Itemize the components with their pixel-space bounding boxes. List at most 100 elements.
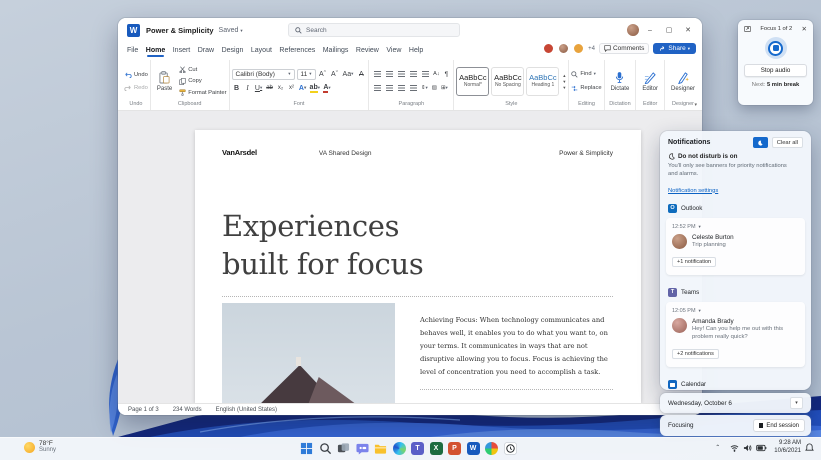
line-spacing-button[interactable]: ⇕⌄: [419, 83, 429, 94]
replace-button[interactable]: Replace: [571, 83, 602, 94]
superscript-button[interactable]: x²: [287, 83, 297, 94]
calendar-expand-button[interactable]: ▾: [790, 397, 803, 409]
numbering-button[interactable]: [384, 70, 394, 78]
tab-layout[interactable]: Layout: [251, 47, 272, 54]
designer-button[interactable]: Designer: [667, 62, 699, 100]
status-language[interactable]: English (United States): [216, 407, 277, 413]
redo-button[interactable]: Redo: [124, 82, 148, 93]
more-notifications-button[interactable]: +1 notification: [672, 256, 717, 267]
editor-button[interactable]: Editor: [638, 62, 662, 100]
grow-font-button[interactable]: Aˆ: [318, 69, 328, 80]
style-heading1[interactable]: AaBbCc Heading 1: [526, 66, 560, 96]
cut-button[interactable]: Cut: [179, 64, 226, 75]
presence-avatar-1[interactable]: [543, 43, 555, 54]
change-case-button[interactable]: Aa⌄: [342, 69, 355, 80]
wifi-icon[interactable]: [730, 444, 739, 452]
tray-expand-icon[interactable]: ⌃: [715, 444, 720, 451]
edge-icon[interactable]: [392, 442, 406, 455]
chat-icon[interactable]: [355, 442, 369, 455]
focus-close-icon[interactable]: ✕: [802, 25, 807, 33]
increase-indent-button[interactable]: [420, 70, 430, 78]
notification-bell-icon[interactable]: [805, 443, 814, 452]
decrease-indent-button[interactable]: [408, 70, 418, 78]
tab-review[interactable]: Review: [356, 47, 379, 54]
chevron-down-icon[interactable]: ⌄: [699, 224, 701, 230]
close-button[interactable]: ✕: [680, 18, 696, 42]
format-painter-button[interactable]: Format Painter: [179, 87, 227, 98]
taskbar-clock[interactable]: 9:28 AM 10/6/2021: [774, 440, 801, 455]
sort-button[interactable]: A↓: [431, 69, 441, 80]
more-notifications-button[interactable]: +2 notifications: [672, 348, 719, 359]
battery-icon[interactable]: [756, 444, 767, 452]
start-button[interactable]: [300, 442, 313, 455]
clock-app-icon[interactable]: [503, 442, 517, 455]
style-no-spacing[interactable]: AaBbCc No Spacing: [491, 66, 525, 96]
photos-icon[interactable]: [485, 442, 498, 455]
undo-button[interactable]: Undo: [124, 69, 148, 80]
stop-audio-button[interactable]: Stop audio: [744, 64, 807, 77]
notification-card-teams[interactable]: 12:05 PM⌄ Amanda Brady Hey! Can you help…: [666, 301, 805, 367]
chevron-down-icon[interactable]: ⌄: [699, 308, 701, 314]
do-not-disturb-toggle[interactable]: [752, 137, 768, 148]
copy-button[interactable]: Copy: [179, 76, 226, 87]
teams-icon-taskbar[interactable]: T: [411, 442, 424, 455]
align-center-button[interactable]: [384, 84, 394, 92]
tab-help[interactable]: Help: [409, 47, 423, 54]
borders-button[interactable]: ⊞⌄: [439, 83, 449, 94]
tab-home[interactable]: Home: [146, 47, 165, 57]
underline-button[interactable]: U⌄: [254, 83, 264, 94]
status-words[interactable]: 234 Words: [173, 407, 202, 413]
task-view-icon[interactable]: [337, 442, 350, 455]
tab-draw[interactable]: Draw: [198, 47, 214, 54]
multilevel-list-button[interactable]: [396, 70, 406, 78]
user-avatar[interactable]: [627, 24, 639, 36]
volume-icon[interactable]: [743, 444, 752, 452]
tab-file[interactable]: File: [127, 47, 138, 54]
font-family-select[interactable]: Calibri (Body)⌄: [231, 68, 295, 80]
paste-button[interactable]: Paste: [153, 62, 176, 100]
justify-button[interactable]: [408, 84, 418, 92]
align-right-button[interactable]: [396, 84, 406, 92]
file-explorer-icon[interactable]: [374, 442, 387, 455]
tab-view[interactable]: View: [386, 47, 401, 54]
dictate-button[interactable]: Dictate: [607, 62, 634, 100]
find-button[interactable]: Find⌄: [571, 69, 601, 80]
tab-references[interactable]: References: [279, 47, 315, 54]
document-image[interactable]: [222, 303, 395, 403]
italic-button[interactable]: I: [243, 83, 253, 94]
shrink-font-button[interactable]: Aˇ: [330, 69, 340, 80]
search-taskbar-icon[interactable]: [319, 442, 332, 455]
pip-icon[interactable]: [744, 26, 751, 32]
highlight-button[interactable]: ab⌄: [309, 83, 321, 94]
shading-button[interactable]: ▨: [429, 83, 439, 94]
notification-group-calendar[interactable]: Calendar: [660, 373, 811, 390]
presence-avatar-3[interactable]: [573, 43, 585, 54]
font-size-select[interactable]: 11⌄: [296, 68, 316, 80]
subscript-button[interactable]: x₂: [276, 83, 286, 94]
tab-mailings[interactable]: Mailings: [323, 47, 349, 54]
bold-button[interactable]: B: [232, 83, 242, 94]
share-button[interactable]: Share ▾: [653, 43, 696, 54]
style-normal[interactable]: AaBbCc Normal*: [456, 66, 490, 96]
maximize-button[interactable]: ▢: [661, 18, 677, 42]
notification-card-outlook[interactable]: 12:52 PM⌄ Celeste Burton Trip planning +…: [666, 217, 805, 275]
strikethrough-button[interactable]: ab: [265, 83, 275, 94]
align-left-button[interactable]: [372, 84, 382, 92]
bullets-button[interactable]: [372, 70, 382, 78]
presence-more[interactable]: +4: [588, 46, 595, 52]
powerpoint-icon[interactable]: P: [448, 442, 461, 455]
calendar-date-card[interactable]: Wednesday, October 6 ▾: [660, 393, 811, 413]
notification-group-outlook[interactable]: O Outlook: [660, 197, 811, 217]
style-gallery-more[interactable]: ▼: [562, 85, 566, 90]
text-effects-button[interactable]: A⌄: [298, 83, 308, 94]
show-marks-button[interactable]: ¶: [441, 69, 451, 80]
tab-insert[interactable]: Insert: [173, 47, 191, 54]
status-page[interactable]: Page 1 of 3: [128, 407, 159, 413]
font-color-button[interactable]: A⌄: [322, 83, 332, 94]
clear-all-button[interactable]: Clear all: [771, 137, 803, 148]
comments-button[interactable]: Comments: [598, 43, 650, 54]
notification-group-teams[interactable]: T Teams: [660, 281, 811, 301]
saved-status[interactable]: Saved ⌄: [219, 27, 243, 34]
end-session-button[interactable]: End session: [752, 419, 805, 432]
presence-avatar-2[interactable]: [558, 43, 570, 54]
